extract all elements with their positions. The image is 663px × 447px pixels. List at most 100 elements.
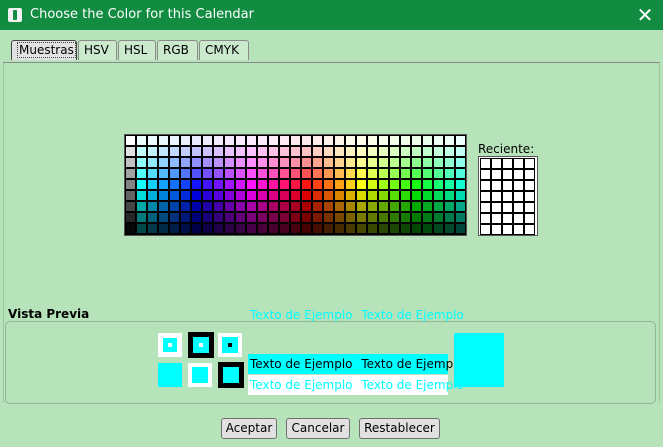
recent-swatches[interactable] xyxy=(478,156,538,236)
swatch-cell[interactable] xyxy=(225,180,234,189)
swatch-cell[interactable] xyxy=(126,169,135,178)
swatch-cell[interactable] xyxy=(269,202,278,211)
recent-cell[interactable] xyxy=(513,169,524,180)
swatch-cell[interactable] xyxy=(379,147,388,156)
recent-cell[interactable] xyxy=(491,191,502,202)
swatch-cell[interactable] xyxy=(214,136,223,145)
swatch-cell[interactable] xyxy=(247,158,256,167)
recent-cell[interactable] xyxy=(524,213,535,224)
swatch-cell[interactable] xyxy=(423,180,432,189)
swatch-cell[interactable] xyxy=(291,213,300,222)
swatch-cell[interactable] xyxy=(401,136,410,145)
swatch-cell[interactable] xyxy=(225,169,234,178)
swatch-cell[interactable] xyxy=(137,147,146,156)
swatch-cell[interactable] xyxy=(148,169,157,178)
swatch-cell[interactable] xyxy=(269,224,278,233)
swatch-cell[interactable] xyxy=(456,202,465,211)
swatch-cell[interactable] xyxy=(170,169,179,178)
swatch-cell[interactable] xyxy=(280,180,289,189)
recent-cell[interactable] xyxy=(502,191,513,202)
swatch-cell[interactable] xyxy=(269,158,278,167)
swatch-cell[interactable] xyxy=(236,224,245,233)
recent-cell[interactable] xyxy=(491,202,502,213)
swatch-cell[interactable] xyxy=(225,136,234,145)
swatch-cell[interactable] xyxy=(445,180,454,189)
swatch-cell[interactable] xyxy=(434,147,443,156)
swatch-cell[interactable] xyxy=(181,169,190,178)
swatch-cell[interactable] xyxy=(148,158,157,167)
swatch-cell[interactable] xyxy=(390,147,399,156)
recent-cell[interactable] xyxy=(480,158,491,169)
swatch-cell[interactable] xyxy=(412,169,421,178)
swatch-cell[interactable] xyxy=(137,180,146,189)
swatch-cell[interactable] xyxy=(368,213,377,222)
swatch-cell[interactable] xyxy=(412,180,421,189)
swatch-cell[interactable] xyxy=(170,136,179,145)
swatch-cell[interactable] xyxy=(368,169,377,178)
swatch-cell[interactable] xyxy=(280,169,289,178)
swatch-cell[interactable] xyxy=(148,224,157,233)
recent-cell[interactable] xyxy=(513,180,524,191)
swatch-cell[interactable] xyxy=(313,147,322,156)
recent-cell[interactable] xyxy=(480,191,491,202)
swatch-cell[interactable] xyxy=(258,180,267,189)
swatch-cell[interactable] xyxy=(390,191,399,200)
recent-cell[interactable] xyxy=(524,202,535,213)
tab-hsv[interactable]: HSV xyxy=(78,40,117,60)
swatch-cell[interactable] xyxy=(214,147,223,156)
swatch-cell[interactable] xyxy=(258,169,267,178)
swatch-cell[interactable] xyxy=(280,224,289,233)
swatch-cell[interactable] xyxy=(214,169,223,178)
swatch-cell[interactable] xyxy=(324,213,333,222)
swatch-cell[interactable] xyxy=(445,191,454,200)
swatch-cell[interactable] xyxy=(357,224,366,233)
recent-cell[interactable] xyxy=(502,158,513,169)
swatch-cell[interactable] xyxy=(445,136,454,145)
swatch-cell[interactable] xyxy=(324,180,333,189)
swatch-cell[interactable] xyxy=(291,224,300,233)
recent-cell[interactable] xyxy=(502,169,513,180)
swatch-cell[interactable] xyxy=(346,202,355,211)
swatch-cell[interactable] xyxy=(137,158,146,167)
swatch-cell[interactable] xyxy=(401,147,410,156)
swatch-cell[interactable] xyxy=(214,224,223,233)
swatch-cell[interactable] xyxy=(412,202,421,211)
swatch-cell[interactable] xyxy=(170,147,179,156)
swatch-cell[interactable] xyxy=(236,180,245,189)
swatch-cell[interactable] xyxy=(181,147,190,156)
swatch-cell[interactable] xyxy=(434,136,443,145)
swatch-cell[interactable] xyxy=(203,158,212,167)
swatch-cell[interactable] xyxy=(434,158,443,167)
swatch-cell[interactable] xyxy=(335,202,344,211)
swatch-cell[interactable] xyxy=(357,158,366,167)
recent-cell[interactable] xyxy=(502,213,513,224)
swatch-cell[interactable] xyxy=(203,202,212,211)
recent-cell[interactable] xyxy=(513,213,524,224)
swatch-cell[interactable] xyxy=(159,147,168,156)
swatch-cell[interactable] xyxy=(412,224,421,233)
swatch-cell[interactable] xyxy=(401,224,410,233)
swatch-cell[interactable] xyxy=(346,224,355,233)
swatch-cell[interactable] xyxy=(159,169,168,178)
swatch-cell[interactable] xyxy=(335,191,344,200)
swatch-cell[interactable] xyxy=(236,136,245,145)
swatch-cell[interactable] xyxy=(203,191,212,200)
swatch-cell[interactable] xyxy=(324,158,333,167)
swatch-cell[interactable] xyxy=(302,180,311,189)
swatch-cell[interactable] xyxy=(159,136,168,145)
recent-cell[interactable] xyxy=(513,191,524,202)
swatch-cell[interactable] xyxy=(313,224,322,233)
swatch-cell[interactable] xyxy=(170,180,179,189)
swatch-cell[interactable] xyxy=(203,224,212,233)
swatch-cell[interactable] xyxy=(181,202,190,211)
swatch-cell[interactable] xyxy=(170,224,179,233)
recent-cell[interactable] xyxy=(480,180,491,191)
swatch-cell[interactable] xyxy=(434,224,443,233)
swatch-cell[interactable] xyxy=(357,180,366,189)
swatch-cell[interactable] xyxy=(280,136,289,145)
swatch-cell[interactable] xyxy=(137,136,146,145)
swatch-cell[interactable] xyxy=(291,180,300,189)
swatch-cell[interactable] xyxy=(137,202,146,211)
swatch-cell[interactable] xyxy=(434,202,443,211)
swatch-cell[interactable] xyxy=(280,158,289,167)
